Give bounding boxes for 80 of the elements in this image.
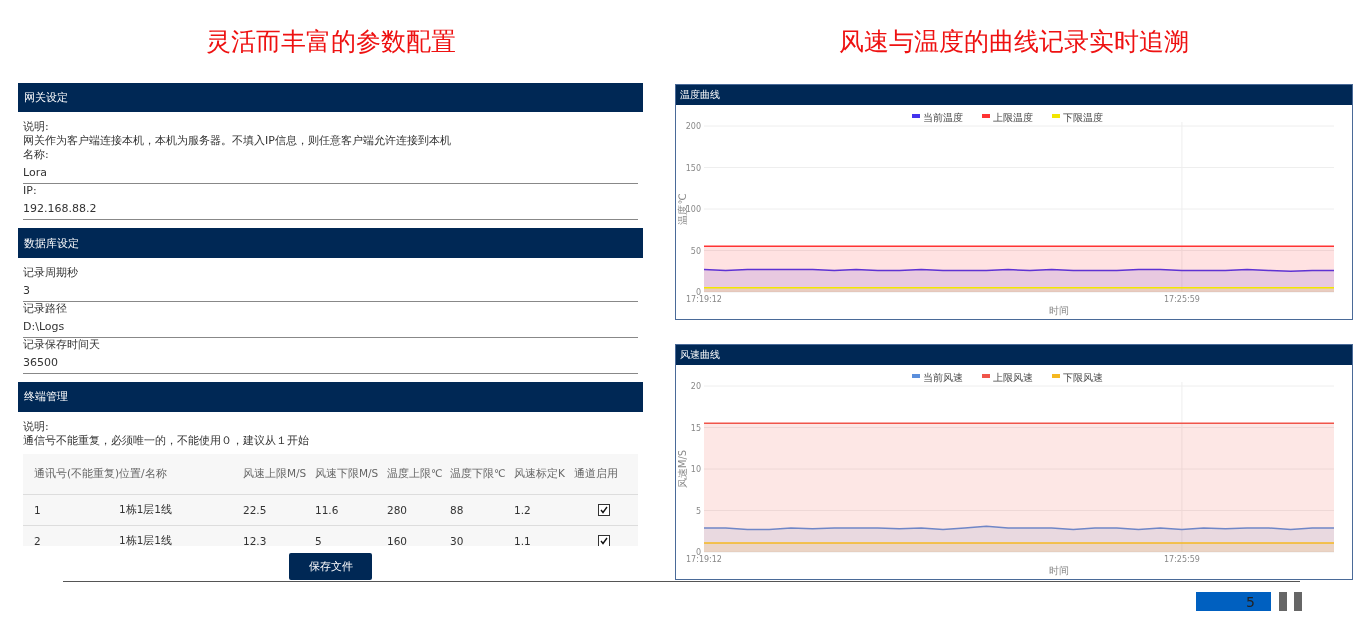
table-cell-text: 1.1 xyxy=(514,534,532,547)
table-cell-text: 30 xyxy=(450,534,465,547)
x-tick-label: 17:19:12 xyxy=(686,294,722,304)
legend-label[interactable]: 上限风速 xyxy=(993,372,1033,384)
legend-swatch xyxy=(1052,113,1060,118)
y-tick-label: 200 xyxy=(685,121,701,131)
section-header: 数据库设定 xyxy=(18,228,643,259)
section-header: 终端管理 xyxy=(18,382,643,412)
table-cell-text: 2 xyxy=(34,534,42,547)
y-tick-label: 10 xyxy=(690,465,701,475)
legend-label[interactable]: 上限温度 xyxy=(993,111,1033,123)
checkbox[interactable] xyxy=(598,534,610,547)
x-tick-label: 17:25:59 xyxy=(1163,294,1200,304)
legend-label[interactable]: 当前风速 xyxy=(923,372,963,384)
legend-label[interactable]: 当前温度 xyxy=(923,111,963,123)
note-text: 通信号不能重复，必须唯一的，不能使用０，建议从１开始 xyxy=(23,433,310,448)
table-cell-text: 88 xyxy=(450,503,465,516)
y-tick-label: 15 xyxy=(690,423,701,433)
table-cell-text: 12.3 xyxy=(243,534,268,547)
section-header: 网关设定 xyxy=(18,82,643,113)
x-axis-label: 时间 xyxy=(1049,565,1069,577)
column-header: 温度下限℃ xyxy=(450,466,507,481)
table-cell-text: 22.5 xyxy=(243,503,268,516)
y-tick-label: 5 xyxy=(695,506,701,516)
note-label: 说明: xyxy=(23,120,50,135)
field-label: 记录保存时间天 xyxy=(23,338,101,353)
legend-swatch xyxy=(912,113,920,118)
field-label: 记录路径 xyxy=(23,302,68,317)
checkmark-icon xyxy=(600,536,608,545)
field-label: IP: xyxy=(23,184,38,199)
checkbox[interactable] xyxy=(598,503,610,516)
table-cell-text: 280 xyxy=(387,503,409,516)
x-axis-label: 时间 xyxy=(1049,304,1069,316)
column-header: 位置/名称 xyxy=(119,466,168,481)
column-header: 风速标定K xyxy=(514,466,566,481)
x-tick-label: 17:25:59 xyxy=(1163,555,1200,565)
column-header: 温度上限℃ xyxy=(387,466,444,481)
input-field[interactable]: 192.168.88.2 xyxy=(23,198,638,221)
checkmark-icon xyxy=(600,505,608,514)
table-cell-text: 5 xyxy=(315,534,323,547)
column-header: 风速下限M/S xyxy=(315,466,380,481)
y-axis-label: 温度℃ xyxy=(677,193,688,225)
input-field[interactable]: D:\Logs xyxy=(23,316,638,339)
column-header: 通道启用 xyxy=(574,466,619,481)
legend-label[interactable]: 下限温度 xyxy=(1063,111,1103,123)
table-cell-text: 1栋1层1线 xyxy=(119,502,174,517)
table-cell-text: 160 xyxy=(387,534,409,547)
legend-swatch xyxy=(912,374,920,379)
input-field[interactable]: 36500 xyxy=(23,352,638,375)
x-tick-label: 17:19:12 xyxy=(686,555,722,565)
save-button[interactable]: 保存文件 xyxy=(289,553,372,580)
slide-headline: 灵活而丰富的参数配置 xyxy=(205,25,456,58)
y-tick-label: 150 xyxy=(685,163,701,173)
note-text: 网关作为客户端连接本机，本机为服务器。不填入IP信息，则任意客户端允许连接到本机 xyxy=(23,134,452,149)
y-tick-label: 20 xyxy=(690,382,701,392)
legend-swatch xyxy=(982,113,990,118)
legend-swatch xyxy=(982,374,990,379)
legend-label[interactable]: 下限风速 xyxy=(1063,372,1103,384)
table-cell-text: 1栋1层1线 xyxy=(119,533,174,547)
input-field[interactable]: Lora xyxy=(23,162,638,185)
input-field[interactable]: 3 xyxy=(23,280,638,303)
y-axis-label: 风速M/S xyxy=(677,450,688,489)
y-tick-label: 0 xyxy=(695,287,701,297)
decorative-bar xyxy=(1279,592,1287,611)
y-tick-label: 50 xyxy=(690,246,701,256)
table-cell-text: 1 xyxy=(34,503,42,516)
decorative-bar xyxy=(1294,592,1302,611)
chart-title: 风速曲线 xyxy=(676,345,1352,366)
table-cell-text: 11.6 xyxy=(315,503,340,516)
table-cell-text: 1.2 xyxy=(514,503,532,516)
y-tick-label: 0 xyxy=(695,548,701,558)
chart-title: 温度曲线 xyxy=(676,84,1352,105)
note-label: 说明: xyxy=(23,419,50,434)
slide-headline: 风速与温度的曲线记录实时追溯 xyxy=(839,26,1189,59)
legend-swatch xyxy=(1052,374,1060,379)
column-header: 通讯号(不能重复) xyxy=(34,466,119,481)
column-header: 风速上限M/S xyxy=(243,466,308,481)
field-label: 名称: xyxy=(23,148,50,163)
field-label: 记录周期秒 xyxy=(23,266,79,281)
page-number: 5 xyxy=(1196,592,1271,611)
